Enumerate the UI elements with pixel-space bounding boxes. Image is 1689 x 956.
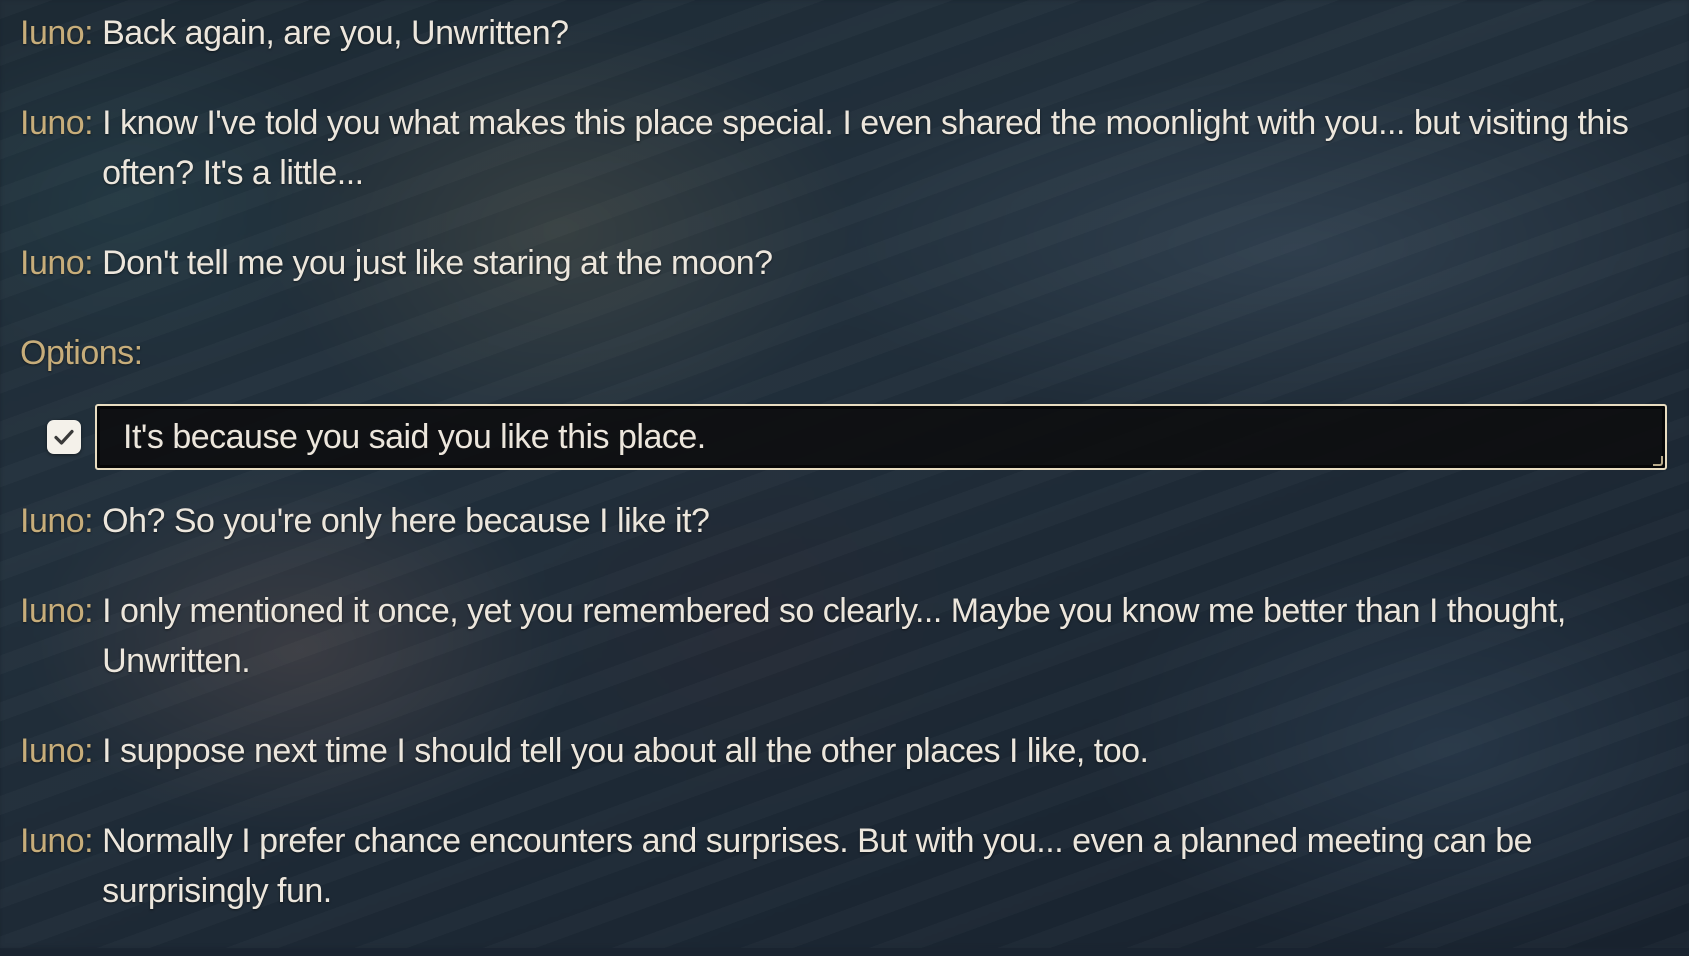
speaker-name: Iuno: [20, 732, 94, 770]
dialogue-text: Normally I prefer chance encounters and … [102, 822, 1533, 910]
dialogue-line: Iuno: Don't tell me you just like starin… [20, 238, 1629, 288]
options-label: Options: [20, 334, 143, 372]
dialogue-line: Iuno: Normally I prefer chance encounter… [20, 816, 1629, 916]
speaker-name: Iuno: [20, 822, 94, 860]
dialogue-line: Iuno: I know I've told you what makes th… [20, 98, 1629, 198]
dialogue-line: Iuno: Back again, are you, Unwritten? [20, 8, 1629, 58]
speaker-name: Iuno: [20, 104, 94, 142]
dialogue-text: I only mentioned it once, yet you rememb… [102, 592, 1566, 680]
dialogue-text: Back again, are you, Unwritten? [102, 14, 569, 52]
dialogue-text: Don't tell me you just like staring at t… [102, 244, 773, 282]
speaker-name: Iuno: [20, 592, 94, 630]
speaker-name: Iuno: [20, 14, 94, 52]
speaker-name: Iuno: [20, 244, 94, 282]
option-button[interactable]: It's because you said you like this plac… [95, 404, 1667, 470]
dialogue-text: I suppose next time I should tell you ab… [102, 732, 1149, 770]
dialogue-line: Iuno: I suppose next time I should tell … [20, 726, 1629, 776]
dialogue-text: I know I've told you what makes this pla… [102, 104, 1629, 192]
speaker-name: Iuno: [20, 502, 94, 540]
checkmark-icon [54, 429, 74, 445]
dialogue-line: Iuno: Oh? So you're only here because I … [20, 496, 1629, 546]
dialogue-log: Iuno: Back again, are you, Unwritten? Iu… [20, 8, 1667, 956]
dialogue-text: Oh? So you're only here because I like i… [102, 502, 710, 540]
option-item[interactable]: It's because you said you like this plac… [20, 404, 1667, 470]
option-checkbox[interactable] [47, 420, 81, 454]
dialogue-line: Iuno: I only mentioned it once, yet you … [20, 586, 1629, 686]
